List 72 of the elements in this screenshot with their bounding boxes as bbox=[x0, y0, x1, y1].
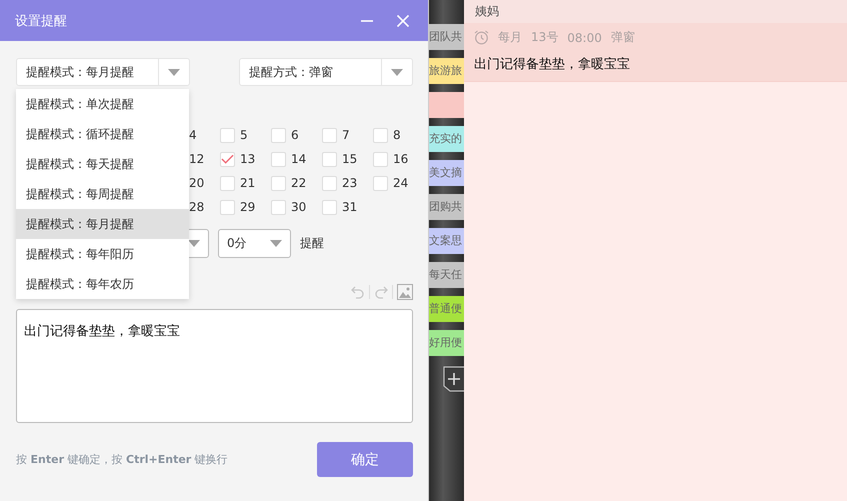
add-icon[interactable] bbox=[443, 366, 464, 392]
hint-text: 按 Enter 键确定，按 Ctrl+Enter 键换行 bbox=[16, 452, 228, 467]
minute-select[interactable]: 0分 bbox=[218, 229, 291, 258]
day-label: 31 bbox=[342, 200, 358, 214]
notebook-tab[interactable]: 普通便 bbox=[429, 296, 464, 322]
day-label: 14 bbox=[291, 152, 306, 166]
checkbox[interactable] bbox=[220, 128, 235, 142]
day-label: 20 bbox=[189, 176, 204, 190]
checkbox[interactable] bbox=[271, 176, 286, 190]
notebook-title: 姨妈 bbox=[464, 0, 847, 23]
checkbox[interactable] bbox=[322, 128, 337, 142]
checkbox[interactable] bbox=[220, 152, 235, 166]
time-suffix: 提醒 bbox=[300, 235, 324, 252]
schedule-text: 每月 bbox=[498, 29, 522, 46]
day-label: 7 bbox=[342, 128, 350, 142]
mode-option[interactable]: 提醒模式：单次提醒 bbox=[16, 89, 189, 119]
note-card[interactable]: 每月 13号 08:00 弹窗 出门记得备垫垫，拿暖宝宝 bbox=[464, 23, 847, 82]
checkbox[interactable] bbox=[271, 152, 286, 166]
day-label: 13 bbox=[240, 152, 256, 166]
undo-icon[interactable] bbox=[351, 285, 365, 299]
mode-option[interactable]: 提醒模式：每年农历 bbox=[16, 269, 189, 299]
caret-icon bbox=[168, 68, 180, 76]
close-icon[interactable] bbox=[396, 14, 410, 28]
checkbox[interactable] bbox=[373, 176, 388, 190]
checkbox[interactable] bbox=[220, 200, 235, 214]
schedule-text: 弹窗 bbox=[610, 29, 635, 46]
day-label: 28 bbox=[189, 200, 204, 214]
day-label: 5 bbox=[240, 128, 248, 142]
window-title: 设置提醒 bbox=[15, 12, 68, 30]
checkbox[interactable] bbox=[322, 176, 337, 190]
schedule-text: 08:00 bbox=[567, 30, 602, 44]
notebook-tab[interactable]: 旅游旅 bbox=[429, 58, 464, 84]
notebook-tab[interactable] bbox=[429, 92, 464, 118]
notebook-tab[interactable]: 充实的 bbox=[429, 126, 464, 152]
day-label: 16 bbox=[393, 152, 408, 166]
mode-option[interactable]: 提醒模式：循环提醒 bbox=[16, 119, 189, 149]
alarm-clock-icon bbox=[474, 30, 489, 45]
image-icon[interactable] bbox=[397, 284, 413, 300]
schedule-text: 13号 bbox=[531, 29, 558, 46]
day-label: 15 bbox=[342, 152, 358, 166]
checkbox[interactable] bbox=[271, 200, 286, 214]
mode-option[interactable]: 提醒模式：每天提醒 bbox=[16, 149, 189, 179]
caret-icon bbox=[188, 240, 200, 247]
day-label: 12 bbox=[189, 152, 204, 166]
notebook-tab[interactable]: 美文摘 bbox=[429, 160, 464, 186]
checkbox[interactable] bbox=[271, 128, 286, 142]
checkbox[interactable] bbox=[373, 128, 388, 142]
method-select[interactable]: 提醒方式：弹窗 bbox=[239, 58, 413, 86]
notebook-tab[interactable]: 好用便 bbox=[429, 330, 464, 356]
mode-select[interactable]: 提醒模式：每月提醒 bbox=[16, 58, 190, 86]
content-field[interactable]: 出门记得备垫垫，拿暖宝宝 bbox=[16, 309, 413, 423]
day-label: 24 bbox=[393, 176, 408, 190]
day-label: 6 bbox=[291, 128, 299, 142]
mode-option[interactable]: 提醒模式：每年阳历 bbox=[16, 239, 189, 269]
checkbox[interactable] bbox=[322, 200, 337, 214]
notebook-tab[interactable]: 文案思 bbox=[429, 228, 464, 254]
mode-option[interactable]: 提醒模式：每月提醒 bbox=[16, 209, 189, 239]
day-label: 29 bbox=[240, 200, 256, 214]
day-label: 23 bbox=[342, 176, 358, 190]
day-label: 8 bbox=[393, 128, 401, 142]
mode-option[interactable]: 提醒模式：每周提醒 bbox=[16, 179, 189, 209]
day-label: 4 bbox=[189, 128, 197, 142]
day-label: 30 bbox=[291, 200, 306, 214]
caret-icon bbox=[270, 240, 282, 247]
redo-icon[interactable] bbox=[374, 285, 388, 299]
checkbox[interactable] bbox=[322, 152, 337, 166]
checkbox[interactable] bbox=[220, 176, 235, 190]
checkbox[interactable] bbox=[373, 152, 388, 166]
note-text: 出门记得备垫垫，拿暖宝宝 bbox=[474, 56, 631, 73]
day-label: 21 bbox=[240, 176, 256, 190]
caret-icon bbox=[391, 68, 403, 76]
day-label: 22 bbox=[291, 176, 306, 190]
